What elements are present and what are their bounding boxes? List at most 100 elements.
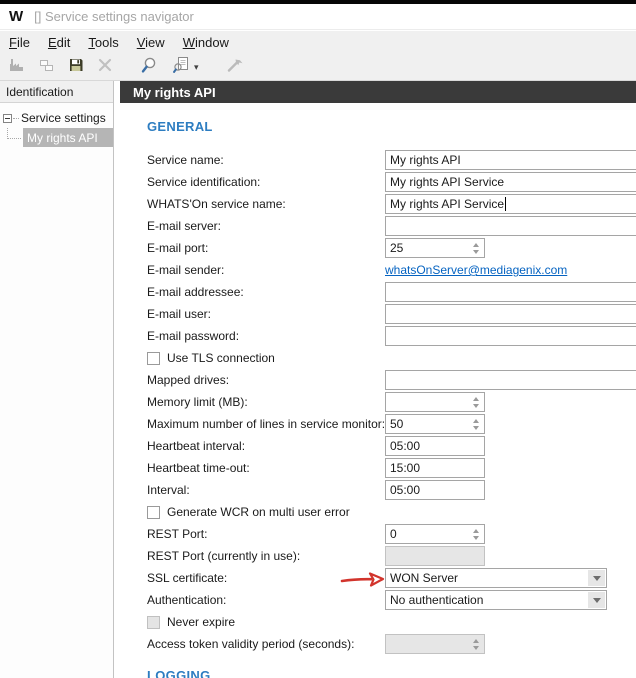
- rest-port-input[interactable]: 0: [385, 524, 485, 544]
- service-identification-input[interactable]: My rights API Service: [385, 172, 636, 192]
- spinner-down-icon: [473, 535, 479, 540]
- field-label: WHATS'On service name:: [147, 197, 286, 211]
- tree-item-my-rights-api[interactable]: My rights API: [0, 128, 113, 147]
- form-row-service-identification: Service identification: My rights API Ser…: [120, 172, 636, 192]
- whats-on-service-name-input[interactable]: My rights API Service: [385, 194, 636, 214]
- save-button[interactable]: [63, 56, 89, 78]
- rest-port-currently-in-use-input: [385, 546, 485, 566]
- interval-input[interactable]: 05:00: [385, 480, 485, 500]
- factory-button[interactable]: [3, 56, 30, 78]
- form-row-rest-port: REST Port: 0: [120, 524, 636, 544]
- field-value: 05:00: [390, 439, 421, 453]
- never-expire-checkbox[interactable]: [147, 615, 160, 629]
- field-label: REST Port (currently in use):: [147, 549, 301, 563]
- ssl-certificate-select[interactable]: WON Server: [340, 568, 607, 588]
- authentication-select[interactable]: No authentication: [385, 590, 607, 610]
- copy-button[interactable]: [33, 56, 60, 78]
- e-mail-port-input[interactable]: 25: [385, 238, 485, 258]
- use-tls-connection-checkbox[interactable]: [147, 351, 160, 365]
- form-row-heartbeat-interval: Heartbeat interval: 05:00: [120, 436, 636, 456]
- form-row-authentication: Authentication: No authentication: [120, 590, 636, 610]
- email-sender-link[interactable]: whatsOnServer@mediagenix.com: [385, 263, 567, 277]
- menu-edit[interactable]: Edit: [39, 33, 79, 52]
- field-value: 50: [390, 417, 404, 431]
- toolbar: ▾: [0, 54, 636, 81]
- access-token-validity-period-seconds-input: [385, 634, 485, 654]
- spinner-down-icon: [473, 645, 479, 650]
- field-value: My rights API: [390, 153, 461, 167]
- spinner-buttons: [468, 635, 484, 653]
- form-row-e-mail-server: E-mail server:: [120, 216, 636, 236]
- selected-value: WON Server: [390, 571, 459, 585]
- mapped-drives-input[interactable]: [385, 370, 636, 390]
- page-title: My rights API: [120, 81, 636, 103]
- checkbox-label: Use TLS connection: [167, 351, 275, 365]
- selected-value: No authentication: [390, 593, 484, 607]
- field-label: Mapped drives:: [147, 373, 230, 387]
- form-row-whats-on-service-name: WHATS'On service name: My rights API Serv…: [120, 194, 636, 214]
- factory-icon: [8, 57, 25, 78]
- field-label: E-mail sender:: [147, 263, 225, 277]
- service-name-input[interactable]: My rights API: [385, 150, 636, 170]
- field-label: E-mail user:: [147, 307, 212, 321]
- field-label: Authentication:: [147, 593, 227, 607]
- tree-connector: [13, 117, 19, 119]
- e-mail-addressee-input[interactable]: [385, 282, 636, 302]
- spinner-buttons[interactable]: [468, 393, 484, 411]
- form-row-maximum-number-of-lines-in-service-monitor: Maximum number of lines in service monit…: [120, 414, 636, 434]
- title-bar: W [] Service settings navigator: [0, 4, 636, 30]
- menu-window[interactable]: Window: [174, 33, 238, 52]
- menu-tools[interactable]: Tools: [79, 33, 127, 52]
- tree-expander-icon[interactable]: [3, 113, 12, 123]
- tree-item-service-settings[interactable]: Service settings: [0, 109, 113, 127]
- spinner-up-icon: [473, 638, 479, 643]
- spinner-down-icon: [473, 403, 479, 408]
- search-button[interactable]: [135, 56, 164, 78]
- e-mail-server-input[interactable]: [385, 216, 636, 236]
- field-label: Maximum number of lines in service monit…: [147, 417, 386, 431]
- menu-bar: File Edit Tools View Window: [0, 31, 636, 54]
- field-value: 25: [390, 241, 404, 255]
- tree-child-label: My rights API: [23, 128, 113, 147]
- section-title-logging: LOGGING: [147, 668, 211, 678]
- main-panel: My rights API GENERAL Service name: My ri…: [120, 81, 636, 678]
- form-row-heartbeat-time-out: Heartbeat time-out: 15:00: [120, 458, 636, 478]
- sidebar: Identification Service settings My right…: [0, 81, 114, 678]
- heartbeat-time-out-input[interactable]: 15:00: [385, 458, 485, 478]
- form-row-interval: Interval: 05:00: [120, 480, 636, 500]
- heartbeat-interval-input[interactable]: 05:00: [385, 436, 485, 456]
- spinner-buttons[interactable]: [468, 525, 484, 543]
- menu-file[interactable]: File: [0, 33, 39, 52]
- app-window: W [] Service settings navigator File Edit…: [0, 0, 636, 678]
- spinner-up-icon: [473, 396, 479, 401]
- dropdown-button[interactable]: [588, 570, 605, 586]
- e-mail-password-input[interactable]: [385, 326, 636, 346]
- spinner-buttons[interactable]: [468, 239, 484, 257]
- generate-wcr-on-multi-user-error-checkbox[interactable]: [147, 505, 160, 519]
- dropdown-button[interactable]: [588, 592, 605, 608]
- form-row-e-mail-password: E-mail password:: [120, 326, 636, 346]
- red-arrow-annotation-icon: [340, 570, 386, 591]
- spinner-down-icon: [473, 425, 479, 430]
- search-icon: [140, 56, 159, 79]
- maximum-number-of-lines-in-service-monitor-input[interactable]: 50: [385, 414, 485, 434]
- form-row-rest-port-currently-in-use: REST Port (currently in use):: [120, 546, 636, 566]
- form-row-e-mail-user: E-mail user:: [120, 304, 636, 324]
- checkbox-label: Never expire: [167, 615, 236, 629]
- field-label: Access token validity period (seconds):: [147, 637, 355, 651]
- form-row-never-expire: Never expire: [120, 612, 636, 632]
- window-title: [] Service settings navigator: [34, 9, 194, 24]
- field-label: REST Port:: [147, 527, 208, 541]
- e-mail-user-input[interactable]: [385, 304, 636, 324]
- memory-limit-mb-input[interactable]: [385, 392, 485, 412]
- search-list-button[interactable]: ▾: [167, 56, 204, 78]
- spinner-up-icon: [473, 242, 479, 247]
- spinner-buttons[interactable]: [468, 415, 484, 433]
- menu-view[interactable]: View: [128, 33, 174, 52]
- checkbox-label: Generate WCR on multi user error: [167, 505, 350, 519]
- tools-button[interactable]: [221, 56, 250, 78]
- form-row-generate-wcr-on-multi-user-error: Generate WCR on multi user error: [120, 502, 636, 522]
- field-value: My rights API Service: [390, 197, 505, 211]
- spinner-up-icon: [473, 418, 479, 423]
- delete-button[interactable]: [92, 56, 118, 78]
